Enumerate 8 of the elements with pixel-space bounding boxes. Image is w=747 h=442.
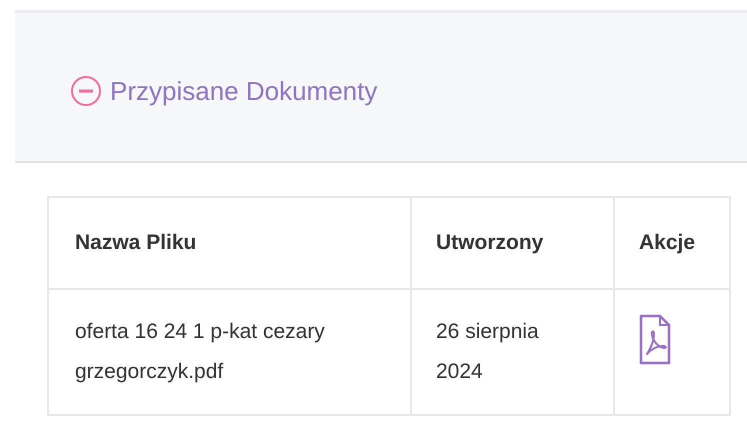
- table-cell: oferta 16 24 1 p-kat cezary grzegorczyk.pdf: [48, 289, 411, 415]
- column-header: Akcje: [614, 197, 730, 289]
- column-header: Utworzony: [411, 197, 614, 289]
- column-header: Nazwa Pliku: [48, 197, 411, 289]
- pdf-file-icon[interactable]: [639, 314, 671, 366]
- section-title[interactable]: Przypisane Dokumenty: [110, 76, 378, 106]
- table-cell: 26 sierpnia 2024: [411, 289, 614, 415]
- collapse-icon[interactable]: [70, 75, 102, 107]
